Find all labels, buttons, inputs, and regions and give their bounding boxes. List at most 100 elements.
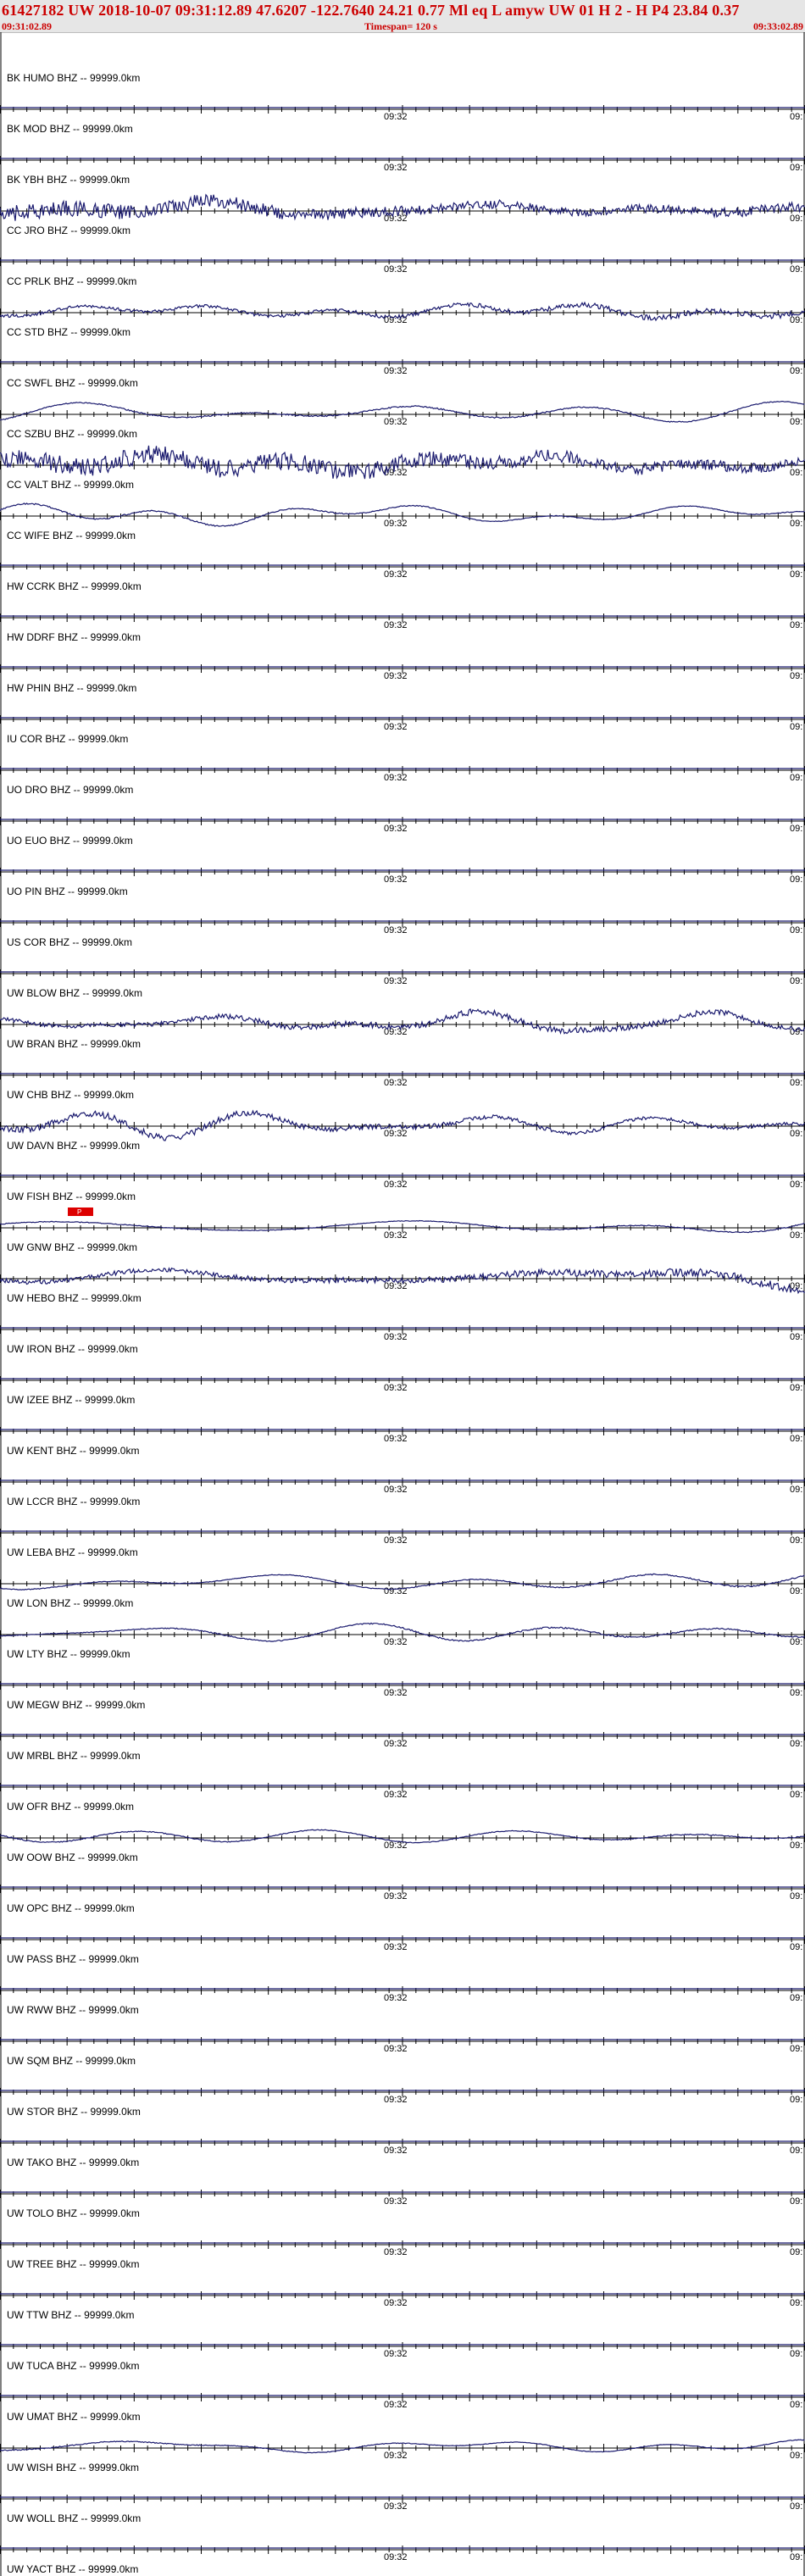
trace-label: UW PASS BHZ -- 99999.0km bbox=[7, 1953, 139, 1965]
time-tick-label: 09:32 bbox=[384, 976, 408, 986]
trace-label: UW TAKO BHZ -- 99999.0km bbox=[7, 2157, 139, 2168]
trace-label: UW WISH BHZ -- 99999.0km bbox=[7, 2462, 139, 2473]
time-tick-label-right: 09: bbox=[790, 1078, 802, 1088]
time-tick-label: 09:32 bbox=[384, 2247, 408, 2257]
time-tick-label-right: 09: bbox=[790, 264, 802, 275]
trace-label: CC JRO BHZ -- 99999.0km bbox=[7, 225, 130, 236]
time-tick-label: 09:32 bbox=[384, 1129, 408, 1139]
time-tick-label: 09:32 bbox=[384, 1637, 408, 1647]
time-tick-label: 09:32 bbox=[384, 569, 408, 580]
time-tick-label-right: 09: bbox=[790, 2044, 802, 2054]
time-tick-label: 09:32 bbox=[384, 722, 408, 732]
time-tick-label: 09:32 bbox=[384, 1230, 408, 1241]
time-tick-label-right: 09: bbox=[790, 214, 802, 224]
time-tick-label-right: 09: bbox=[790, 1485, 802, 1495]
trace-label: UW TREE BHZ -- 99999.0km bbox=[7, 2258, 139, 2270]
time-tick-label-right: 09: bbox=[790, 2298, 802, 2308]
time-tick-label: 09:32 bbox=[384, 2146, 408, 2156]
time-tick-label-right: 09: bbox=[790, 976, 802, 986]
time-tick-label: 09:32 bbox=[384, 1688, 408, 1698]
time-tick-label-right: 09: bbox=[790, 925, 802, 935]
time-tick-label-right: 09: bbox=[790, 2501, 802, 2512]
trace-label: CC SZBU BHZ -- 99999.0km bbox=[7, 428, 137, 440]
time-tick-label: 09:32 bbox=[384, 1485, 408, 1495]
time-tick-label-right: 09: bbox=[790, 112, 802, 122]
time-tick-label-right: 09: bbox=[790, 1535, 802, 1546]
time-tick-label: 09:32 bbox=[384, 2451, 408, 2461]
trace-label: UW LTY BHZ -- 99999.0km bbox=[7, 1648, 130, 1660]
trace-label: UW CHB BHZ -- 99999.0km bbox=[7, 1089, 134, 1101]
time-tick-label: 09:32 bbox=[384, 1383, 408, 1393]
trace-label: UW HEBO BHZ -- 99999.0km bbox=[7, 1292, 142, 1304]
trace-label: BK HUMO BHZ -- 99999.0km bbox=[7, 72, 140, 84]
time-tick-label: 09:32 bbox=[384, 112, 408, 122]
time-tick-label: 09:32 bbox=[384, 2400, 408, 2410]
time-tick-label: 09:32 bbox=[384, 1434, 408, 1444]
time-tick-label: 09:32 bbox=[384, 925, 408, 935]
time-tick-label-right: 09: bbox=[790, 2400, 802, 2410]
time-tick-label: 09:32 bbox=[384, 773, 408, 783]
trace-label: BK MOD BHZ -- 99999.0km bbox=[7, 123, 133, 135]
trace-label: UW STOR BHZ -- 99999.0km bbox=[7, 2106, 141, 2118]
time-tick-label-right: 09: bbox=[790, 163, 802, 173]
trace-label: UO DRO BHZ -- 99999.0km bbox=[7, 784, 133, 796]
time-tick-label: 09:32 bbox=[384, 1281, 408, 1291]
time-tick-label-right: 09: bbox=[790, 1942, 802, 1952]
trace-label: UW OPC BHZ -- 99999.0km bbox=[7, 1902, 135, 1914]
trace-label: UW DAVN BHZ -- 99999.0km bbox=[7, 1140, 140, 1152]
time-tick-label-right: 09: bbox=[790, 773, 802, 783]
time-tick-label-right: 09: bbox=[790, 366, 802, 376]
trace-label: CC WIFE BHZ -- 99999.0km bbox=[7, 530, 136, 541]
trace-label: UW MRBL BHZ -- 99999.0km bbox=[7, 1750, 141, 1762]
time-tick-label-right: 09: bbox=[790, 2146, 802, 2156]
time-tick-label: 09:32 bbox=[384, 1586, 408, 1596]
seismogram-chart: BK HUMO BHZ -- 99999.0km 09:32 09: BK MOD B… bbox=[0, 32, 805, 2576]
time-tick-label: 09:32 bbox=[384, 1790, 408, 1800]
time-tick-label-right: 09: bbox=[790, 2349, 802, 2359]
time-tick-label-right: 09: bbox=[790, 519, 802, 529]
trace-label: UW UMAT BHZ -- 99999.0km bbox=[7, 2411, 141, 2423]
trace-label: HW CCRK BHZ -- 99999.0km bbox=[7, 580, 142, 592]
time-tick-label-right: 09: bbox=[790, 1027, 802, 1037]
time-tick-label: 09:32 bbox=[384, 1078, 408, 1088]
time-tick-label-right: 09: bbox=[790, 722, 802, 732]
trace-label: UW OFR BHZ -- 99999.0km bbox=[7, 1801, 134, 1813]
time-tick-label-right: 09: bbox=[790, 1129, 802, 1139]
time-tick-label: 09:32 bbox=[384, 417, 408, 427]
time-tick-label-right: 09: bbox=[790, 1230, 802, 1241]
trace-label: BK YBH BHZ -- 99999.0km bbox=[7, 174, 130, 186]
time-tick-label: 09:32 bbox=[384, 2501, 408, 2512]
trace-label: UW IZEE BHZ -- 99999.0km bbox=[7, 1394, 135, 1406]
trace-label: UW IRON BHZ -- 99999.0km bbox=[7, 1343, 138, 1355]
trace-label: UW KENT BHZ -- 99999.0km bbox=[7, 1445, 139, 1457]
time-tick-label: 09:32 bbox=[384, 620, 408, 630]
trace-label: UW SQM BHZ -- 99999.0km bbox=[7, 2055, 136, 2067]
time-tick-label: 09:32 bbox=[384, 214, 408, 224]
time-tick-label-right: 09: bbox=[790, 468, 802, 478]
time-tick-label-right: 09: bbox=[790, 417, 802, 427]
time-tick-label: 09:32 bbox=[384, 163, 408, 173]
time-tick-label-right: 09: bbox=[790, 620, 802, 630]
trace-label: UW FISH BHZ -- 99999.0km bbox=[7, 1191, 136, 1202]
trace-label: UW YACT BHZ -- 99999.0km bbox=[7, 2563, 138, 2575]
time-tick-label-right: 09: bbox=[790, 874, 802, 885]
time-tick-label: 09:32 bbox=[384, 1739, 408, 1749]
time-tick-label: 09:32 bbox=[384, 874, 408, 885]
trace-label: UO PIN BHZ -- 99999.0km bbox=[7, 886, 128, 897]
time-tick-label: 09:32 bbox=[384, 2095, 408, 2105]
trace-label: CC STD BHZ -- 99999.0km bbox=[7, 326, 130, 338]
trace-label: UO EUO BHZ -- 99999.0km bbox=[7, 835, 133, 847]
time-tick-label-right: 09: bbox=[790, 1383, 802, 1393]
time-tick-label: 09:32 bbox=[384, 2552, 408, 2562]
time-tick-label: 09:32 bbox=[384, 519, 408, 529]
trace-label: HW PHIN BHZ -- 99999.0km bbox=[7, 682, 136, 694]
time-tick-label-right: 09: bbox=[790, 1790, 802, 1800]
trace-label: UW WOLL BHZ -- 99999.0km bbox=[7, 2512, 141, 2524]
trace-label: UW TUCA BHZ -- 99999.0km bbox=[7, 2360, 139, 2372]
time-tick-label-right: 09: bbox=[790, 1637, 802, 1647]
time-tick-label: 09:32 bbox=[384, 824, 408, 834]
time-tick-label-right: 09: bbox=[790, 824, 802, 834]
time-tick-label: 09:32 bbox=[384, 1942, 408, 1952]
time-tick-label: 09:32 bbox=[384, 1993, 408, 2003]
trace-label: UW LCCR BHZ -- 99999.0km bbox=[7, 1496, 140, 1507]
